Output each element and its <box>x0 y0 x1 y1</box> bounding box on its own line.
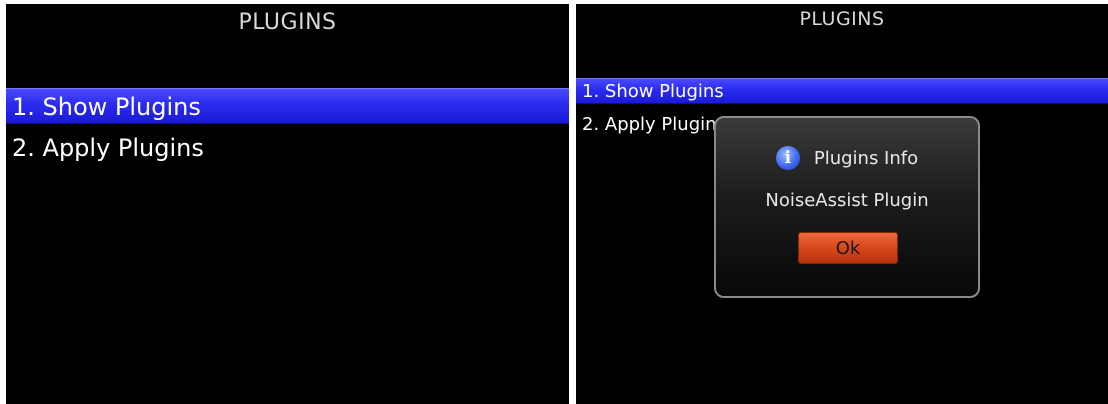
menu-item-show-plugins[interactable]: 1. Show Plugins <box>576 78 1108 104</box>
plugins-info-dialog: i Plugins Info NoiseAssist Plugin Ok <box>714 116 980 298</box>
menu-item-show-plugins[interactable]: 1. Show Plugins <box>6 88 569 124</box>
page-title: PLUGINS <box>238 10 337 35</box>
right-screen: PLUGINS 1. Show Plugins 2. Apply Plugins… <box>576 4 1108 404</box>
left-screen: PLUGINS 1. Show Plugins 2. Apply Plugins <box>6 4 569 404</box>
info-icon: i <box>775 146 800 170</box>
dialog-header: i Plugins Info <box>716 146 978 170</box>
page-title: PLUGINS <box>799 8 885 30</box>
menu-item-apply-plugins[interactable]: 2. Apply Plugins <box>6 130 569 166</box>
dialog-message: NoiseAssist Plugin <box>765 190 929 211</box>
ok-button[interactable]: Ok <box>798 232 898 264</box>
dialog-title: Plugins Info <box>813 147 919 169</box>
